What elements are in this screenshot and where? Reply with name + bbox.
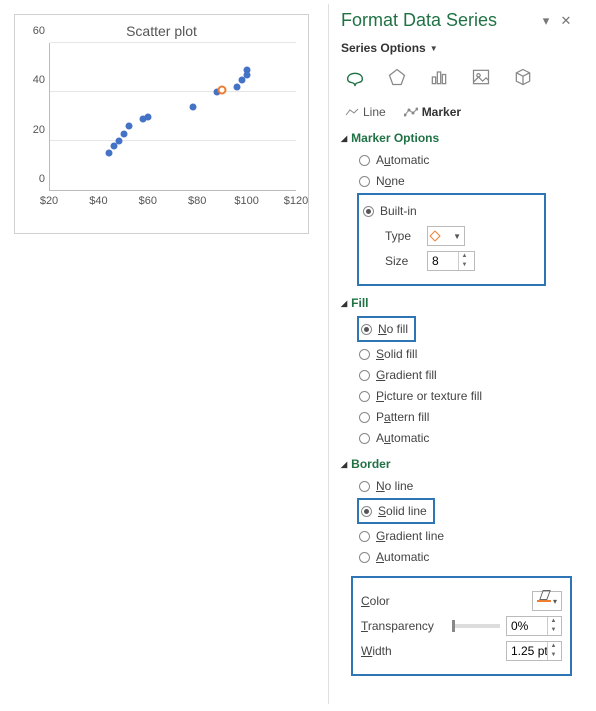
transparency-label: Transparency <box>361 619 452 633</box>
chart-title: Scatter plot <box>23 23 300 39</box>
radio-icon <box>363 206 374 217</box>
spinner-up-icon[interactable]: ▲ <box>548 642 559 651</box>
radio-icon <box>359 481 370 492</box>
panel-header: Format Data Series ▾ ✕ <box>341 10 576 31</box>
panel-title: Format Data Series <box>341 10 536 31</box>
radio-icon <box>359 391 370 402</box>
close-icon[interactable]: ✕ <box>556 13 576 29</box>
collapse-icon: ◢ <box>341 299 347 308</box>
radio-solid-fill[interactable]: Solid fill <box>359 345 576 363</box>
radio-no-fill[interactable]: No fill <box>361 320 408 338</box>
highlight-solid-line-box: Solid line <box>357 498 435 524</box>
pen-icon <box>537 600 551 602</box>
spinner-up-icon[interactable]: ▲ <box>548 617 559 626</box>
radio-icon <box>359 349 370 360</box>
scatter-chart: Scatter plot 0 20 40 60 $20 $40 $60 $80 $100 $120 <box>14 14 309 234</box>
width-input[interactable]: ▲▼ <box>506 641 562 661</box>
chevron-down-icon: ▼ <box>430 44 438 53</box>
radio-none[interactable]: None <box>359 172 576 190</box>
series-options-dropdown[interactable]: Series Options ▼ <box>341 41 438 55</box>
panel-options-dropdown-icon[interactable]: ▾ <box>536 13 556 29</box>
radio-gradient-fill[interactable]: Gradient fill <box>359 366 576 384</box>
radio-solid-line[interactable]: Solid line <box>361 502 427 520</box>
series-chart-category-icon[interactable] <box>427 65 451 89</box>
x-tick-label: $100 <box>234 195 258 207</box>
radio-icon <box>359 433 370 444</box>
radio-picture-fill[interactable]: Picture or texture fill <box>359 387 576 405</box>
effects-category-icon[interactable] <box>385 65 409 89</box>
marker-type-select[interactable]: ▼ <box>427 226 465 246</box>
x-tick-label: $20 <box>40 195 58 207</box>
spinner-down-icon[interactable]: ▼ <box>459 261 470 270</box>
spinner-down-icon[interactable]: ▼ <box>548 651 559 660</box>
radio-automatic[interactable]: Automatic <box>359 151 576 169</box>
y-tick-label: 40 <box>33 74 45 86</box>
collapse-icon: ◢ <box>341 460 347 469</box>
radio-auto-fill[interactable]: Automatic <box>359 429 576 447</box>
x-tick-label: $120 <box>284 195 308 207</box>
y-tick-label: 60 <box>33 25 45 37</box>
data-point[interactable] <box>120 130 127 137</box>
series-options-label: Series Options <box>341 41 426 55</box>
section-fill[interactable]: ◢ Fill <box>341 296 576 310</box>
x-tick-label: $60 <box>139 195 157 207</box>
highlight-builtin-box: Built-in Type ▼ Size ▲▼ <box>357 193 546 286</box>
radio-icon <box>359 370 370 381</box>
highlighted-data-point[interactable] <box>218 85 227 94</box>
category-icon-row <box>341 65 576 89</box>
radio-built-in[interactable]: Built-in <box>363 202 538 220</box>
data-point[interactable] <box>125 123 132 130</box>
format-data-series-panel: Format Data Series ▾ ✕ Series Options ▼ … <box>328 4 586 704</box>
diamond-marker-icon <box>429 230 440 241</box>
type-label: Type <box>385 229 423 243</box>
line-marker-tabs: Line Marker <box>341 103 576 121</box>
radio-gradient-line[interactable]: Gradient line <box>359 527 576 545</box>
radio-icon <box>359 412 370 423</box>
tab-marker[interactable]: Marker <box>400 103 465 121</box>
chart-plot-area[interactable]: 0204060$20$40$60$80$100$120 <box>23 43 300 213</box>
radio-icon <box>359 531 370 542</box>
y-tick-label: 0 <box>39 173 45 185</box>
color-picker[interactable]: ▾ <box>532 591 562 611</box>
spinner-down-icon[interactable]: ▼ <box>548 626 559 635</box>
3d-category-icon[interactable] <box>511 65 535 89</box>
x-tick-label: $80 <box>188 195 206 207</box>
radio-auto-line[interactable]: Automatic <box>359 548 576 566</box>
data-point[interactable] <box>115 138 122 145</box>
chevron-down-icon: ▾ <box>553 597 557 606</box>
radio-no-line[interactable]: No line <box>359 477 576 495</box>
data-point[interactable] <box>189 103 196 110</box>
fill-line-category-icon[interactable] <box>343 65 367 89</box>
tab-line[interactable]: Line <box>341 103 390 121</box>
radio-icon <box>361 506 372 517</box>
chevron-down-icon: ▼ <box>453 232 461 241</box>
data-point[interactable] <box>243 66 250 73</box>
section-marker-options[interactable]: ◢ Marker Options <box>341 131 576 145</box>
section-border[interactable]: ◢ Border <box>341 457 576 471</box>
data-point[interactable] <box>106 150 113 157</box>
picture-category-icon[interactable] <box>469 65 493 89</box>
data-point[interactable] <box>233 84 240 91</box>
highlight-no-fill-box: No fill <box>357 316 416 342</box>
color-label: Color <box>361 594 532 608</box>
transparency-slider[interactable] <box>452 624 500 628</box>
y-tick-label: 20 <box>33 124 45 136</box>
radio-icon <box>361 324 372 335</box>
highlight-line-properties-box: Color ▾ Transparency ▲▼ Width ▲▼ <box>351 576 572 676</box>
radio-icon <box>359 552 370 563</box>
radio-pattern-fill[interactable]: Pattern fill <box>359 408 576 426</box>
marker-size-input[interactable]: ▲▼ <box>427 251 475 271</box>
radio-icon <box>359 176 370 187</box>
transparency-input[interactable]: ▲▼ <box>506 616 562 636</box>
x-tick-label: $40 <box>89 195 107 207</box>
data-point[interactable] <box>145 113 152 120</box>
size-label: Size <box>385 254 423 268</box>
collapse-icon: ◢ <box>341 134 347 143</box>
spinner-up-icon[interactable]: ▲ <box>459 252 470 261</box>
width-label: Width <box>361 644 506 658</box>
radio-icon <box>359 155 370 166</box>
